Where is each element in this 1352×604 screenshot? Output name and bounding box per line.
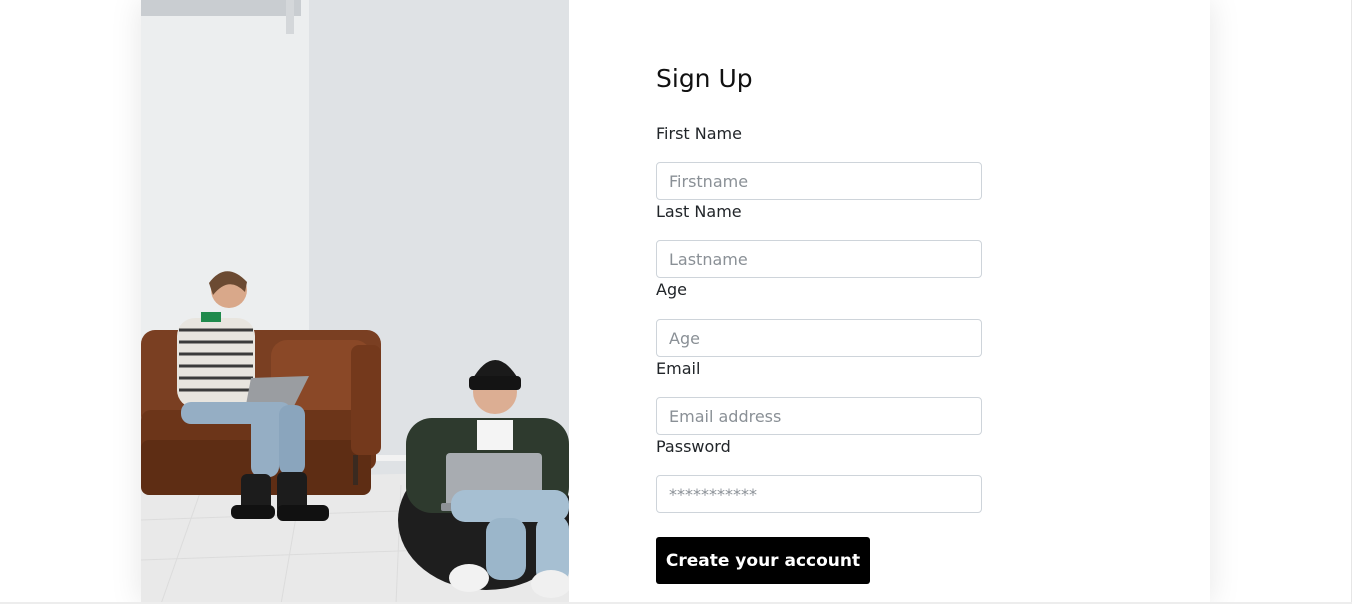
form-title: Sign Up: [656, 64, 753, 93]
create-account-button[interactable]: Create your account: [656, 537, 870, 584]
password-label: Password: [656, 437, 731, 456]
age-label: Age: [656, 280, 687, 299]
hero-photo: [141, 0, 569, 604]
last-name-input[interactable]: [656, 240, 982, 278]
password-input[interactable]: [656, 475, 982, 513]
first-name-label: First Name: [656, 124, 742, 143]
email-input[interactable]: [656, 397, 982, 435]
last-name-label: Last Name: [656, 202, 742, 221]
email-label: Email: [656, 359, 701, 378]
first-name-input[interactable]: [656, 162, 982, 200]
signup-card: Sign Up First Name Last Name Age Email P…: [141, 0, 1210, 604]
age-input[interactable]: [656, 319, 982, 357]
signup-form: Sign Up First Name Last Name Age Email P…: [656, 0, 996, 604]
